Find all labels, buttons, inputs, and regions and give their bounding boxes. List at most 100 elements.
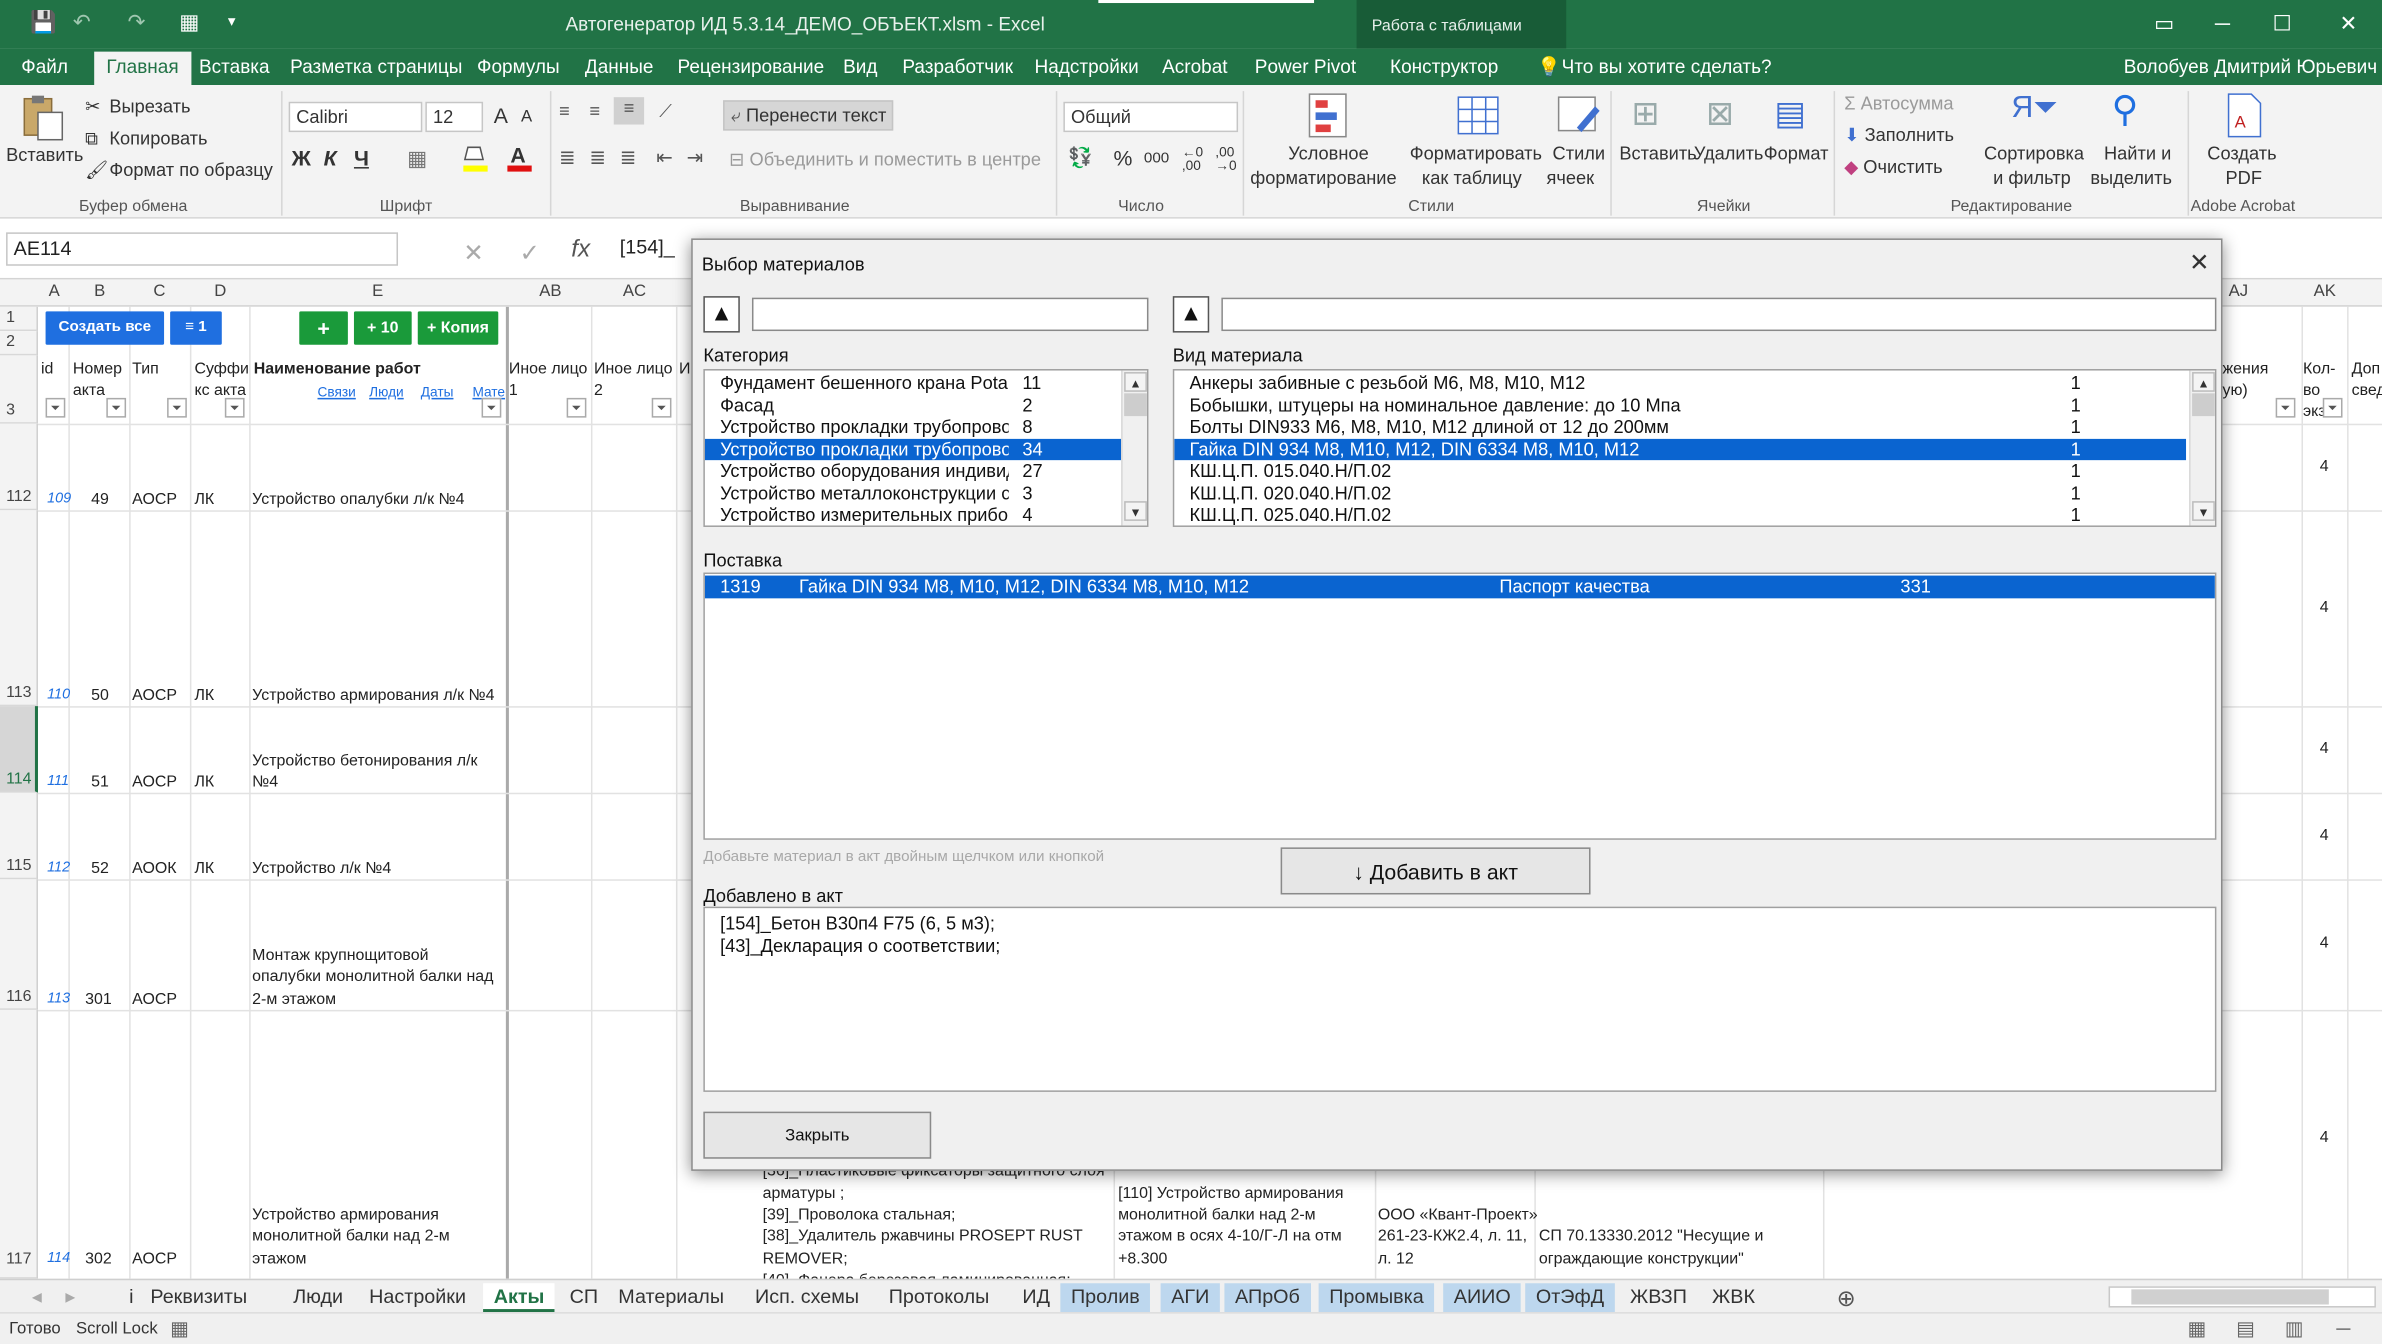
format-cells-icon[interactable]: ▤ bbox=[1774, 94, 1806, 133]
filter-dropdown-icon[interactable]: ⏷ bbox=[224, 397, 245, 418]
cell-id[interactable]: 110 bbox=[47, 685, 70, 706]
find-select-label[interactable]: выделить bbox=[2090, 167, 2172, 188]
category-listbox[interactable]: Фундамент бешенного крана Potai 11 Фасад 2 У… bbox=[703, 369, 1149, 527]
sheet-tab-5[interactable]: СП bbox=[559, 1283, 609, 1312]
material-type-item[interactable]: Гайка DIN 934 M8, M10, M12, DIN 6334 M8,… bbox=[1174, 438, 2187, 461]
cell-act-number[interactable]: 302 bbox=[85, 1248, 112, 1269]
tab-page-layout[interactable]: Разметка страницы bbox=[290, 56, 462, 77]
row-number[interactable]: 2 bbox=[0, 331, 38, 356]
percent-button[interactable]: % bbox=[1114, 146, 1133, 170]
format-painter-button[interactable]: Формат по образцу bbox=[109, 159, 272, 180]
scroll-down-icon[interactable]: ▼ bbox=[2192, 501, 2215, 521]
filter-dropdown-icon[interactable]: ⏷ bbox=[651, 397, 672, 418]
cut-button[interactable]: Вырезать bbox=[109, 96, 190, 117]
cell-copies[interactable]: 4 bbox=[2320, 738, 2329, 759]
align-left-icon[interactable]: ≣ bbox=[559, 146, 576, 170]
cell-copies[interactable]: 4 bbox=[2320, 1127, 2329, 1148]
scrollbar-thumb[interactable] bbox=[2192, 393, 2215, 417]
row-number[interactable]: 113 bbox=[0, 510, 38, 707]
scroll-tabs-right-icon[interactable]: ▸ bbox=[55, 1283, 86, 1312]
delete-cells-button[interactable]: Удалить bbox=[1694, 143, 1764, 164]
category-item[interactable]: Устройство измерительных прибор 4 bbox=[705, 504, 1121, 525]
tab-home[interactable]: Главная bbox=[94, 51, 191, 86]
sheet-tab-8[interactable]: Протоколы bbox=[878, 1283, 1000, 1312]
close-window-icon[interactable]: ✕ bbox=[2339, 11, 2357, 37]
cell-work-name-line[interactable]: этажом bbox=[252, 1248, 306, 1269]
underline-button[interactable]: Ч bbox=[354, 146, 369, 170]
cell-materials-line[interactable]: REMOVER; bbox=[763, 1248, 848, 1269]
cell-work-name-line[interactable]: №4 bbox=[252, 771, 278, 792]
tab-review[interactable]: Рецензирование bbox=[678, 56, 825, 77]
insert-cells-button[interactable]: Вставить bbox=[1619, 143, 1696, 164]
cell-copies[interactable]: 4 bbox=[2320, 825, 2329, 846]
category-item[interactable]: Устройство прокладки трубопрово 34 bbox=[704, 438, 1122, 461]
fill-button[interactable]: ⬇ Заполнить bbox=[1844, 125, 1954, 146]
cell-type[interactable]: АОСР bbox=[132, 1248, 177, 1269]
close-dialog-button[interactable]: Закрыть bbox=[703, 1111, 932, 1159]
cell-id[interactable]: 113 bbox=[47, 989, 70, 1010]
page-break-view-icon[interactable]: ▥ bbox=[2285, 1317, 2304, 1341]
sort-filter-label[interactable]: и фильтр bbox=[1993, 167, 2071, 188]
column-header[interactable]: B bbox=[94, 282, 105, 300]
font-name-select[interactable]: Calibri bbox=[288, 101, 423, 133]
cell-norm[interactable]: СП 70.13330.2012 "Несущие и bbox=[1539, 1226, 1764, 1247]
cell-work-name[interactable]: Устройство армирования bbox=[252, 1204, 439, 1225]
cell-materials-line[interactable]: [38]_Удалитель ржавчины PROSEPT RUST bbox=[763, 1226, 1083, 1247]
category-item[interactable]: Устройство металлоконструкции сі 3 bbox=[705, 482, 1121, 504]
cell-copies[interactable]: 4 bbox=[2320, 597, 2329, 618]
filter-dropdown-icon[interactable]: ⏷ bbox=[106, 397, 127, 418]
maximize-icon[interactable]: ☐ bbox=[2273, 11, 2292, 37]
sheet-tab-7[interactable]: Исп. схемы bbox=[744, 1283, 869, 1312]
cell-copies[interactable]: 4 bbox=[2320, 456, 2329, 477]
cell-type[interactable]: АОСР bbox=[132, 489, 177, 510]
tab-acrobat[interactable]: Acrobat bbox=[1162, 56, 1227, 77]
orientation-icon[interactable]: ⟋ bbox=[659, 100, 672, 123]
currency-icon[interactable]: 💱 bbox=[1068, 146, 1093, 170]
cell-work-name[interactable]: Устройство л/к №4 bbox=[252, 858, 391, 879]
thousands-button[interactable]: 000 bbox=[1144, 150, 1169, 167]
add-row-button[interactable]: + bbox=[299, 311, 348, 345]
format-as-table-icon[interactable] bbox=[1455, 91, 1501, 140]
material-type-item[interactable]: Анкеры забивные с резьбой М6, М8, М10, М… bbox=[1174, 372, 2186, 394]
tab-formulas[interactable]: Формулы bbox=[477, 56, 560, 77]
cell-materials-line[interactable]: [39]_Проволока стальная; bbox=[763, 1204, 956, 1225]
paste-icon[interactable] bbox=[15, 94, 67, 143]
cell-id[interactable]: 114 bbox=[47, 1248, 70, 1269]
tab-power-pivot[interactable]: Power Pivot bbox=[1255, 56, 1356, 77]
fill-color-icon[interactable] bbox=[462, 143, 489, 173]
cell-styles-button[interactable]: Стили bbox=[1553, 143, 1606, 164]
number-format-select[interactable]: Общий bbox=[1063, 101, 1239, 133]
font-size-select[interactable]: 12 bbox=[425, 101, 484, 133]
conditional-formatting-icon[interactable] bbox=[1306, 91, 1352, 140]
cell-id[interactable]: 112 bbox=[47, 858, 70, 879]
scroll-up-icon[interactable]: ▲ bbox=[2192, 372, 2215, 392]
tab-view[interactable]: Вид bbox=[843, 56, 877, 77]
sheet-tab-4[interactable]: Акты bbox=[483, 1283, 556, 1313]
autosum-button[interactable]: Σ Автосумма bbox=[1844, 93, 1953, 114]
cell-suffix[interactable]: ЛК bbox=[194, 685, 214, 706]
cell-materials-line[interactable]: [40]_Фанера березовая ламинированная; bbox=[763, 1270, 1071, 1279]
cell-styles-icon[interactable] bbox=[1556, 91, 1602, 140]
scrollbar-thumb[interactable] bbox=[1124, 393, 1147, 417]
row-number[interactable]: 3 bbox=[0, 355, 38, 424]
cell-organization-line[interactable]: 261-23-КЖ2.4, л. 11, bbox=[1378, 1226, 1527, 1247]
tab-addins[interactable]: Надстройки bbox=[1035, 56, 1139, 77]
decrease-indent-icon[interactable]: ⇤ bbox=[656, 146, 673, 170]
cell-suffix[interactable]: ЛК bbox=[194, 489, 214, 510]
sheet-tab-15[interactable]: ОтЭфД bbox=[1525, 1283, 1615, 1313]
insert-cells-icon[interactable]: ⊞ bbox=[1632, 94, 1660, 133]
scissors-icon[interactable]: ✂ bbox=[85, 96, 100, 117]
cell-work-name[interactable]: Монтаж крупнощитовой bbox=[252, 945, 428, 966]
italic-button[interactable]: К bbox=[324, 146, 337, 170]
material-type-item[interactable]: КШ.Ц.П. 015.040.Н/П.02 1 bbox=[1174, 460, 2186, 482]
material-filter-input[interactable] bbox=[1221, 297, 2217, 332]
conditional-formatting-button[interactable]: Условное bbox=[1288, 143, 1368, 164]
ribbon-options-icon[interactable]: ▭ bbox=[2154, 11, 2174, 37]
row-number[interactable]: 1 bbox=[0, 306, 38, 332]
cell-type[interactable]: АОСР bbox=[132, 771, 177, 792]
sheet-tab-13[interactable]: Промывка bbox=[1318, 1283, 1435, 1313]
tab-file[interactable]: Файл bbox=[21, 56, 68, 77]
cell-work-name[interactable]: Устройство бетонирования л/к bbox=[252, 750, 477, 771]
sheet-tab-2[interactable]: Люди bbox=[283, 1283, 354, 1312]
decrease-decimal-icon[interactable]: ,00 →0 bbox=[1215, 145, 1236, 173]
